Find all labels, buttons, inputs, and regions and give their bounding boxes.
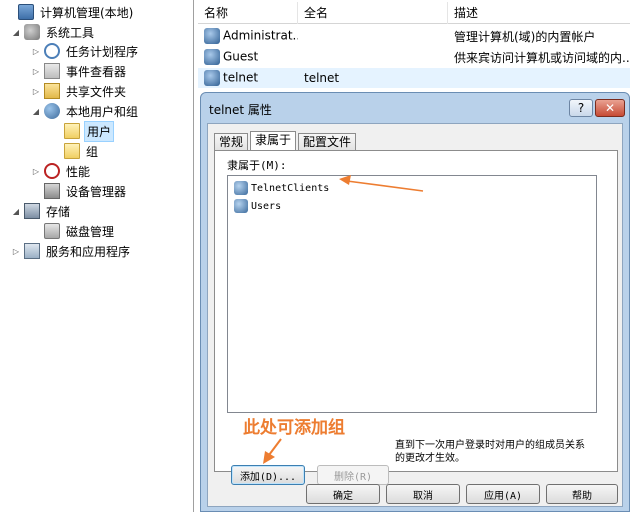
arrow-to-add-button xyxy=(263,438,282,464)
performance-icon xyxy=(44,163,60,179)
tree-item-label: 任务计划程序 xyxy=(66,44,139,59)
collapse-arrow-icon[interactable]: ◢ xyxy=(30,107,42,116)
tree-item-label: 服务和应用程序 xyxy=(46,244,131,259)
event-viewer-icon xyxy=(44,63,60,79)
user-description: 供来宾访问计算机或访问域的内... xyxy=(454,50,630,65)
collapse-arrow-icon[interactable]: ◢ xyxy=(10,207,22,216)
table-row[interactable]: Guest 供来宾访问计算机或访问域的内... xyxy=(198,47,630,67)
help-icon[interactable]: ? xyxy=(569,99,593,117)
list-item[interactable]: TelnetClients xyxy=(234,180,329,196)
user-icon xyxy=(204,49,220,65)
tab-profile[interactable]: 配置文件 xyxy=(298,133,357,151)
remove-group-button[interactable]: 删除(R) xyxy=(317,465,389,485)
tree-item-storage[interactable]: ◢ 存储 xyxy=(10,201,72,221)
list-header: 名称 全名 描述 xyxy=(198,2,630,24)
close-icon[interactable]: ✕ xyxy=(595,99,625,117)
properties-dialog: telnet 属性 ? ✕ 常规 隶属于 配置文件 隶属于(M): Telnet… xyxy=(200,92,630,512)
tree-item-label: 用户 xyxy=(84,120,115,142)
tree-item-local-users-groups[interactable]: ◢ 本地用户和组 xyxy=(30,101,140,121)
membership-change-note: 直到下一次用户登录时对用户的组成员关系的更改才生效。 xyxy=(395,440,585,464)
group-membership-list[interactable]: TelnetClients Users xyxy=(227,175,597,413)
user-icon xyxy=(204,28,220,44)
user-icon xyxy=(204,70,220,86)
tree-item-computer-management[interactable]: 计算机管理(本地) xyxy=(4,2,135,22)
collapse-arrow-icon[interactable]: ◢ xyxy=(10,28,22,37)
tree-item-performance[interactable]: ▷ 性能 xyxy=(30,161,92,181)
member-of-page: 隶属于(M): TelnetClients Users 此处可添加组 添加(D)… xyxy=(214,150,618,485)
column-header-description[interactable]: 描述 xyxy=(448,2,630,24)
group-icon xyxy=(234,181,248,195)
tab-member-of[interactable]: 隶属于 xyxy=(250,131,297,152)
group-icon xyxy=(234,199,248,213)
expand-arrow-icon[interactable]: ▷ xyxy=(10,247,22,256)
tree-item-event-viewer[interactable]: ▷ 事件查看器 xyxy=(30,61,128,81)
tree-item-label: 计算机管理(本地) xyxy=(40,5,134,20)
tree-item-disk-management[interactable]: 磁盘管理 xyxy=(30,221,116,241)
tree-item-task-scheduler[interactable]: ▷ 任务计划程序 xyxy=(30,41,140,61)
folder-icon xyxy=(64,143,80,159)
expand-arrow-icon[interactable]: ▷ xyxy=(30,167,42,176)
tree-item-label: 组 xyxy=(86,144,99,159)
help-button[interactable]: 帮助 xyxy=(546,484,618,504)
ok-button[interactable]: 确定 xyxy=(306,484,380,504)
storage-icon xyxy=(24,203,40,219)
tree-item-system-tools[interactable]: ◢ 系统工具 xyxy=(10,22,96,42)
tools-icon xyxy=(24,24,40,40)
tab-general[interactable]: 常规 xyxy=(214,133,249,151)
apply-button[interactable]: 应用(A) xyxy=(466,484,540,504)
member-of-label: 隶属于(M): xyxy=(227,159,287,172)
tree-item-label: 事件查看器 xyxy=(66,64,127,79)
table-row[interactable]: telnet telnet xyxy=(198,68,630,88)
tree-item-label: 共享文件夹 xyxy=(66,84,127,99)
dialog-body: 常规 隶属于 配置文件 隶属于(M): TelnetClients Users … xyxy=(207,123,623,507)
tree-item-device-manager[interactable]: 设备管理器 xyxy=(30,181,128,201)
folder-icon xyxy=(64,123,80,139)
tree-item-label: 存储 xyxy=(46,204,71,219)
dialog-title: telnet 属性 xyxy=(209,103,272,117)
annotation-text: 此处可添加组 xyxy=(243,418,345,438)
group-name: TelnetClients xyxy=(251,182,330,194)
column-header-full-name[interactable]: 全名 xyxy=(298,2,448,24)
column-header-name[interactable]: 名称 xyxy=(198,2,298,24)
computer-icon xyxy=(18,4,34,20)
expand-arrow-icon[interactable]: ▷ xyxy=(30,47,42,56)
users-icon xyxy=(44,103,60,119)
tree-item-groups[interactable]: 组 xyxy=(50,141,100,161)
user-full-name: telnet xyxy=(304,71,340,85)
tree-item-label: 磁盘管理 xyxy=(66,224,115,239)
user-name: Guest xyxy=(223,49,259,64)
list-item[interactable]: Users xyxy=(234,198,281,214)
device-manager-icon xyxy=(44,183,60,199)
tree-item-shared-folders[interactable]: ▷ 共享文件夹 xyxy=(30,81,128,101)
disk-icon xyxy=(44,223,60,239)
table-row[interactable]: Administrat... 管理计算机(域)的内置帐户 xyxy=(198,26,630,46)
user-name: Administrat... xyxy=(223,28,298,43)
tree-item-label: 设备管理器 xyxy=(66,184,127,199)
clock-icon xyxy=(44,43,60,59)
tab-strip: 常规 隶属于 配置文件 xyxy=(214,129,358,152)
tree-item-label: 系统工具 xyxy=(46,25,95,40)
tree-item-label: 性能 xyxy=(66,164,91,179)
services-icon xyxy=(24,243,40,259)
user-name: telnet xyxy=(223,70,259,85)
navigation-tree: 计算机管理(本地) ◢ 系统工具 ▷ 任务计划程序 ▷ 事件查看器 ▷ 共享文件… xyxy=(0,0,194,512)
expand-arrow-icon[interactable]: ▷ xyxy=(30,87,42,96)
expand-arrow-icon[interactable]: ▷ xyxy=(30,67,42,76)
shared-folder-icon xyxy=(44,83,60,99)
tree-item-users[interactable]: 用户 xyxy=(50,120,115,142)
user-description: 管理计算机(域)的内置帐户 xyxy=(454,29,596,44)
tree-item-label: 本地用户和组 xyxy=(66,104,139,119)
cancel-button[interactable]: 取消 xyxy=(386,484,460,504)
group-name: Users xyxy=(251,200,282,212)
tree-item-services-apps[interactable]: ▷ 服务和应用程序 xyxy=(10,241,132,261)
add-group-button[interactable]: 添加(D)... xyxy=(231,465,305,485)
